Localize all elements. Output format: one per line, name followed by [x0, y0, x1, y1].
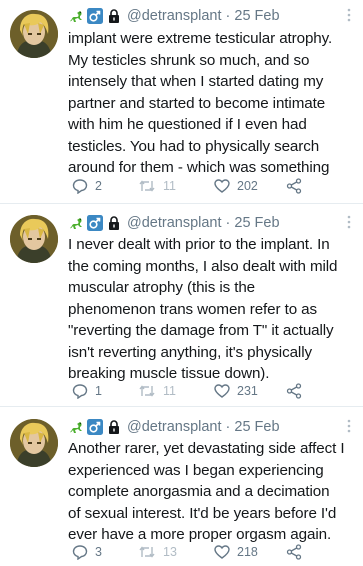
- retweet-count: 13: [163, 545, 177, 559]
- reply-icon: [72, 545, 88, 560]
- tweet-time[interactable]: 25 Feb: [234, 215, 279, 231]
- share-button[interactable]: [286, 177, 302, 195]
- tweet-handle[interactable]: @detransplant: [127, 419, 222, 435]
- tweet-text: I never dealt with prior to the implant.…: [68, 236, 338, 382]
- tweet-handle[interactable]: @detransplant: [127, 8, 222, 24]
- tweet[interactable]: @detransplant · 25 Feb I never dealt wit…: [0, 204, 363, 407]
- heart-icon: [214, 545, 230, 559]
- tweet-text: implant were extreme testicular atrophy.…: [68, 30, 333, 176]
- tweet-actions: 1 11 231: [72, 382, 332, 400]
- lizard-emoji-icon: [70, 422, 82, 433]
- tweet-time[interactable]: 25 Feb: [234, 8, 279, 24]
- tweet-header: @detransplant · 25 Feb: [68, 213, 351, 233]
- more-options-icon[interactable]: [347, 419, 351, 433]
- tweet-text: Another rarer, yet devastating side affe…: [68, 440, 345, 543]
- tweet-header: @detransplant · 25 Feb: [68, 417, 351, 437]
- retweet-count: 11: [163, 179, 176, 193]
- share-icon: [286, 178, 302, 194]
- retweet-icon: [139, 385, 155, 397]
- retweet-button[interactable]: 11: [138, 382, 176, 400]
- like-count: 231: [237, 384, 258, 398]
- male-sign-emoji-icon: [87, 215, 103, 231]
- reply-button[interactable]: 1: [72, 382, 102, 400]
- avatar[interactable]: [10, 10, 58, 58]
- retweet-icon: [139, 546, 155, 558]
- lizard-emoji-icon: [70, 11, 82, 22]
- male-sign-emoji-icon: [87, 419, 103, 435]
- lock-icon: [109, 9, 119, 23]
- separator-dot: ·: [225, 215, 231, 231]
- retweet-button[interactable]: 13: [138, 543, 177, 561]
- tweet[interactable]: @detransplant · 25 Feb Another rarer, ye…: [0, 407, 363, 566]
- reply-icon: [72, 179, 88, 194]
- share-button[interactable]: [286, 543, 302, 561]
- tweet-handle[interactable]: @detransplant: [127, 215, 222, 231]
- more-options-icon[interactable]: [347, 8, 351, 22]
- like-button[interactable]: 218: [214, 543, 258, 561]
- share-button[interactable]: [286, 382, 302, 400]
- share-icon: [286, 544, 302, 560]
- reply-count: 3: [95, 545, 102, 559]
- like-button[interactable]: 231: [214, 382, 258, 400]
- lock-icon: [109, 420, 119, 434]
- more-options-icon[interactable]: [347, 215, 351, 229]
- reply-button[interactable]: 3: [72, 543, 102, 561]
- share-icon: [286, 383, 302, 399]
- tweet-actions: 2 11 202: [72, 177, 332, 195]
- avatar[interactable]: [10, 215, 58, 263]
- tweet[interactable]: @detransplant · 25 Feb implant were extr…: [0, 0, 363, 204]
- heart-icon: [214, 179, 230, 193]
- avatar[interactable]: [10, 419, 58, 467]
- separator-dot: ·: [225, 419, 231, 435]
- reply-count: 1: [95, 384, 102, 398]
- reply-icon: [72, 384, 88, 399]
- lizard-emoji-icon: [70, 218, 82, 229]
- reply-button[interactable]: 2: [72, 177, 102, 195]
- tweet-header: @detransplant · 25 Feb: [68, 6, 351, 26]
- retweet-button[interactable]: 11: [138, 177, 176, 195]
- tweet-time[interactable]: 25 Feb: [234, 419, 279, 435]
- reply-count: 2: [95, 179, 102, 193]
- tweet-actions: 3 13 218: [72, 543, 332, 561]
- male-sign-emoji-icon: [87, 8, 103, 24]
- retweet-count: 11: [163, 384, 176, 398]
- retweet-icon: [139, 180, 155, 192]
- heart-icon: [214, 384, 230, 398]
- separator-dot: ·: [225, 8, 231, 24]
- lock-icon: [109, 216, 119, 230]
- like-button[interactable]: 202: [214, 177, 258, 195]
- like-count: 202: [237, 179, 258, 193]
- like-count: 218: [237, 545, 258, 559]
